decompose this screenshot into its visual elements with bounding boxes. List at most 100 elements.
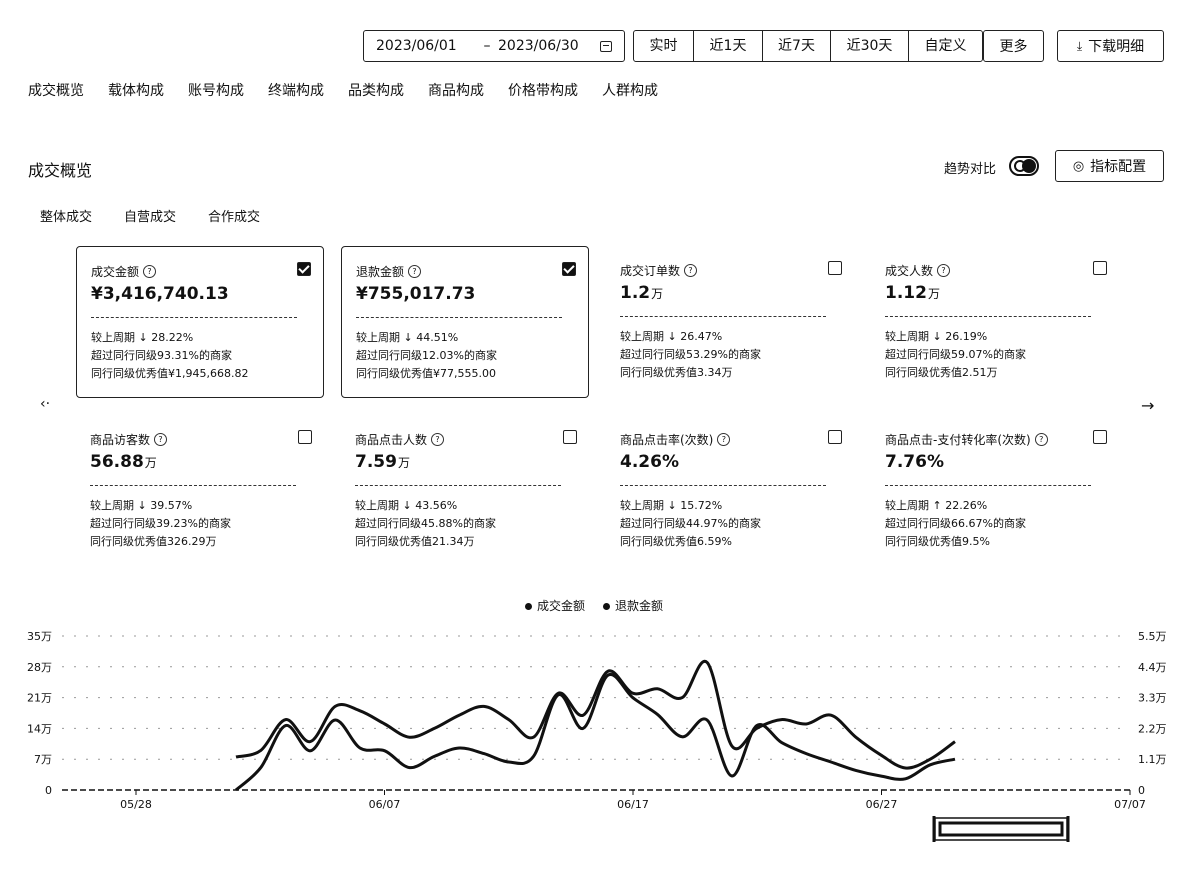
- y-right-tick: 2.2万: [1138, 722, 1167, 735]
- metric-card[interactable]: 商品点击率(次数)? 4.26% 较上周期 ↓ 15.72% 超过同行同级44.97%…: [606, 415, 854, 567]
- section-title: 成交概览: [28, 161, 93, 180]
- download-button[interactable]: ⤓ 下载明细: [1057, 30, 1164, 62]
- metric-config-button[interactable]: ◎ 指标配置: [1055, 150, 1164, 182]
- metric-checkbox[interactable]: [297, 262, 311, 276]
- download-icon: ⤓: [1076, 38, 1083, 53]
- metric-compare: 较上周期 ↓ 44.51%: [356, 331, 459, 344]
- metric-benchmark: 同行同级优秀值¥77,555.00: [356, 367, 496, 380]
- tab-overview[interactable]: 成交概览: [28, 80, 84, 100]
- range-30day[interactable]: 近30天: [831, 31, 909, 61]
- help-icon[interactable]: ?: [717, 433, 731, 446]
- y-left-tick: 7万: [34, 753, 52, 766]
- tab-terminal[interactable]: 终端构成: [268, 80, 324, 100]
- range-realtime[interactable]: 实时: [634, 31, 694, 61]
- help-icon[interactable]: ?: [1034, 433, 1048, 446]
- date-separator: –: [483, 38, 491, 54]
- metric-unit: 万: [397, 456, 410, 470]
- help-icon[interactable]: ?: [143, 265, 157, 278]
- legend-item-gmv[interactable]: 成交金额: [525, 597, 585, 614]
- range-7day[interactable]: 近7天: [763, 31, 831, 61]
- metric-card[interactable]: 商品访客数? 56.88万 较上周期 ↓ 39.57% 超过同行同级39.23%的商家…: [76, 415, 324, 567]
- metric-compare: 较上周期 ↓ 28.22%: [91, 331, 194, 344]
- metric-benchmark: 同行同级优秀值6.59%: [620, 535, 732, 548]
- metric-label: 成交订单数: [620, 264, 681, 278]
- metric-benchmark: 同行同级优秀值326.29万: [90, 535, 217, 548]
- help-icon[interactable]: ?: [684, 264, 698, 277]
- date-start[interactable]: 2023/06/01: [376, 38, 476, 54]
- more-button[interactable]: 更多: [983, 30, 1044, 62]
- metric-checkbox[interactable]: [298, 430, 312, 444]
- tab-carrier[interactable]: 载体构成: [108, 80, 164, 100]
- metric-label: 商品访客数: [90, 433, 151, 447]
- subtab-cooperation[interactable]: 合作成交: [208, 206, 260, 225]
- tab-account[interactable]: 账号构成: [188, 80, 244, 100]
- subtab-overall[interactable]: 整体成交: [40, 206, 92, 225]
- metric-checkbox[interactable]: [562, 262, 576, 276]
- divider: [91, 317, 297, 318]
- metric-benchmark: 同行同级优秀值¥1,945,668.82: [91, 367, 249, 380]
- range-custom[interactable]: 自定义: [909, 31, 982, 61]
- metric-label: 成交人数: [885, 264, 934, 278]
- series-line-gmv: [235, 659, 956, 770]
- trend-chart: 0 0 7万 1.1万 14万 2.2万 21万 3.3万 28万 4.4万 35万 5.5万 05/2…: [27, 630, 1167, 842]
- metric-value: 7.76%: [885, 452, 944, 472]
- legend-item-refund[interactable]: 退款金额: [603, 597, 663, 614]
- metric-unit: 万: [927, 287, 940, 301]
- range-1day[interactable]: 近1天: [694, 31, 763, 61]
- y-left-tick: 28万: [27, 661, 52, 674]
- tab-price-band[interactable]: 价格带构成: [508, 80, 578, 100]
- metric-checkbox[interactable]: [828, 261, 842, 275]
- next-arrow-icon[interactable]: →: [1141, 396, 1154, 415]
- tab-audience[interactable]: 人群构成: [602, 80, 658, 100]
- y-right-tick: 1.1万: [1138, 753, 1167, 766]
- calendar-icon[interactable]: [600, 40, 612, 52]
- metric-checkbox[interactable]: [563, 430, 577, 444]
- download-label: 下载明细: [1088, 39, 1145, 55]
- metric-compare: 较上周期 ↓ 15.72%: [620, 499, 723, 512]
- metric-benchmark: 同行同级优秀值9.5%: [885, 535, 990, 548]
- date-range-picker[interactable]: 2023/06/01 – 2023/06/30: [363, 30, 625, 62]
- range-slider-window: [938, 821, 1064, 837]
- divider: [885, 485, 1091, 486]
- tab-category[interactable]: 品类构成: [348, 80, 404, 100]
- metric-compare: 较上周期 ↑ 22.26%: [885, 499, 988, 512]
- help-icon[interactable]: ?: [408, 265, 422, 278]
- tab-product[interactable]: 商品构成: [428, 80, 484, 100]
- metric-rank: 超过同行同级45.88%的商家: [355, 517, 496, 530]
- metric-label: 商品点击率(次数): [620, 433, 714, 447]
- subtab-self-run[interactable]: 自营成交: [124, 206, 176, 225]
- metric-compare: 较上周期 ↓ 39.57%: [90, 499, 193, 512]
- range-selector: 实时 近1天 近7天 近30天 自定义: [633, 30, 983, 62]
- metric-card[interactable]: 成交金额? ¥3,416,740.13 较上周期 ↓ 28.22% 超过同行同级93.…: [76, 246, 324, 398]
- metric-benchmark: 同行同级优秀值21.34万: [355, 535, 475, 548]
- help-icon[interactable]: ?: [431, 433, 445, 446]
- trend-compare-toggle[interactable]: [1009, 156, 1039, 176]
- help-icon[interactable]: ?: [937, 264, 951, 277]
- metric-value: 56.88: [90, 452, 144, 472]
- y-right-tick: 0: [1138, 784, 1145, 797]
- prev-arrow-icon[interactable]: ‹·: [40, 396, 50, 412]
- metric-card[interactable]: 成交订单数? 1.2万 较上周期 ↓ 26.47% 超过同行同级53.29%的商家 同行…: [606, 246, 854, 398]
- help-icon[interactable]: ?: [154, 433, 168, 446]
- metric-label: 商品点击-支付转化率(次数): [885, 433, 1031, 447]
- metric-value: 4.26%: [620, 452, 679, 472]
- metric-value: 7.59: [355, 452, 397, 472]
- metric-config-label: 指标配置: [1090, 159, 1147, 175]
- metric-card[interactable]: 商品点击人数? 7.59万较上周期 ↓ 43.56% 超过同行同级45.88%的商家…: [341, 415, 589, 567]
- divider: [356, 317, 562, 318]
- x-tick-label: 06/17: [617, 798, 649, 811]
- metric-checkbox[interactable]: [828, 430, 842, 444]
- metric-rank: 超过同行同级39.23%的商家: [90, 517, 231, 530]
- metric-label: 商品点击人数: [355, 433, 428, 447]
- date-end[interactable]: 2023/06/30: [498, 38, 590, 54]
- metric-card[interactable]: 退款金额? ¥755,017.73 较上周期 ↓ 44.51% 超过同行同级12.03…: [341, 246, 589, 398]
- metric-checkbox[interactable]: [1093, 430, 1107, 444]
- metric-card[interactable]: 成交人数? 1.12万 较上周期 ↓ 26.19% 超过同行同级59.07%的商家 同行…: [871, 246, 1119, 398]
- x-tick-label: 06/07: [369, 798, 401, 811]
- metric-card[interactable]: 商品点击-支付转化率(次数)? 7.76% 较上周期 ↑ 22.26% 超过同行同级6…: [871, 415, 1119, 567]
- metric-checkbox[interactable]: [1093, 261, 1107, 275]
- y-left-tick: 14万: [27, 722, 52, 735]
- chart-legend: 成交金额 退款金额: [525, 597, 663, 614]
- x-tick-label: 06/27: [866, 798, 898, 811]
- metric-compare: 较上周期 ↓ 43.56%: [355, 499, 458, 512]
